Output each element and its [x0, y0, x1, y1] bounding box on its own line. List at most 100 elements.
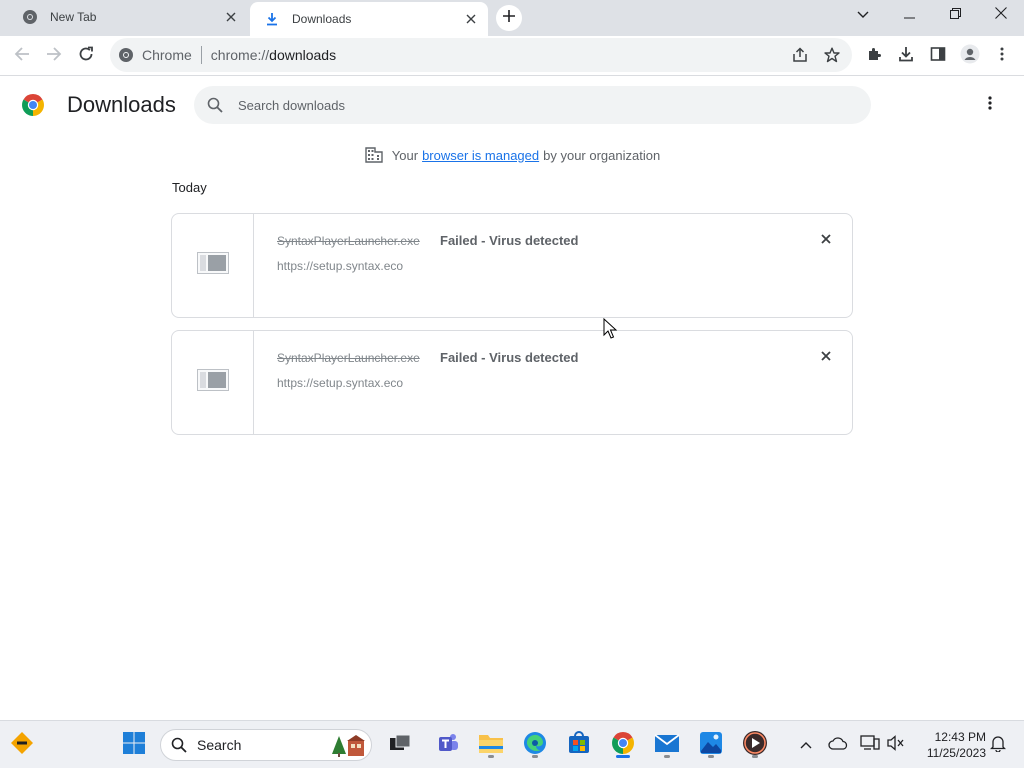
media-player-button[interactable] [739, 729, 771, 761]
volume-button[interactable] [880, 729, 912, 761]
menu-button[interactable] [986, 40, 1018, 72]
managed-link[interactable]: browser is managed [422, 148, 539, 163]
onedrive-button[interactable] [822, 729, 854, 761]
side-panel-icon [930, 46, 946, 67]
remove-download-button[interactable] [816, 347, 836, 367]
system-clock[interactable]: 12:43 PM 11/25/2023 [914, 729, 986, 761]
download-icon [898, 46, 914, 67]
managed-notice: Your browser is managed by your organiza… [0, 145, 1024, 165]
tab-new-tab[interactable]: New Tab [8, 0, 248, 34]
omnibox-actions [784, 38, 848, 72]
search-icon [206, 96, 224, 114]
widgets-button[interactable] [6, 729, 38, 761]
close-icon [995, 6, 1007, 24]
tab-title: Downloads [292, 12, 352, 26]
start-button[interactable] [118, 729, 150, 761]
volume-muted-icon [887, 734, 905, 756]
taskbar-search[interactable]: Search [160, 729, 372, 761]
minimize-icon [903, 6, 915, 24]
more-actions-button[interactable] [974, 89, 1006, 121]
browser-toolbar: Chrome chrome://downloads [0, 36, 1024, 76]
mail-button[interactable] [651, 729, 683, 761]
tab-strip: New Tab Downloads [0, 0, 1024, 36]
restore-button[interactable] [932, 0, 978, 30]
date-section-label: Today [172, 180, 207, 195]
download-icon [264, 11, 280, 27]
running-indicator [752, 755, 758, 758]
network-icon [860, 734, 880, 757]
puzzle-icon [866, 46, 882, 67]
close-icon [821, 348, 831, 366]
building-icon [364, 145, 384, 165]
source-url[interactable]: https://setup.syntax.eco [277, 376, 403, 390]
chevron-down-icon [857, 6, 869, 24]
taskbar: Search 12:43 PM 11/25/2023 [0, 720, 1024, 768]
mail-icon [654, 733, 680, 758]
profile-button[interactable] [954, 40, 986, 72]
clock-date: 11/25/2023 [926, 746, 986, 760]
downloads-button[interactable] [890, 40, 922, 72]
star-icon[interactable] [816, 39, 848, 71]
store-button[interactable] [563, 729, 595, 761]
arrow-right-icon [46, 46, 62, 67]
clock-time: 12:43 PM [934, 730, 986, 744]
new-tab-button[interactable] [496, 5, 522, 31]
address-bar[interactable]: Chrome chrome://downloads [110, 38, 852, 72]
running-indicator [708, 755, 714, 758]
search-downloads-field[interactable] [194, 86, 871, 124]
remove-download-button[interactable] [816, 230, 836, 250]
teams-button[interactable] [432, 729, 464, 761]
arrow-left-icon [14, 46, 30, 67]
extensions-button[interactable] [858, 40, 890, 72]
active-indicator [616, 755, 630, 758]
file-explorer-button[interactable] [475, 729, 507, 761]
site-chip: Chrome [142, 47, 192, 63]
task-view-icon [389, 733, 411, 758]
mouse-cursor-icon [603, 317, 618, 340]
close-window-button[interactable] [978, 0, 1024, 30]
file-icon [196, 252, 229, 279]
photos-button[interactable] [695, 729, 727, 761]
chrome-logo-icon [21, 93, 45, 117]
chrome-taskbar-button[interactable] [607, 729, 639, 761]
share-icon[interactable] [784, 39, 816, 71]
back-button[interactable] [6, 40, 38, 72]
store-icon [567, 730, 591, 760]
source-url[interactable]: https://setup.syntax.eco [277, 259, 403, 273]
download-status: Failed - Virus detected [440, 350, 579, 365]
more-vertical-icon [988, 95, 992, 115]
chrome-icon [22, 9, 38, 25]
running-indicator [488, 755, 494, 758]
tab-downloads[interactable]: Downloads [250, 2, 488, 36]
plus-icon [503, 9, 515, 27]
notifications-button[interactable] [982, 729, 1014, 761]
search-highlight-icon [331, 734, 367, 758]
file-icon-container [172, 331, 254, 434]
search-icon [169, 735, 189, 755]
more-vertical-icon [1000, 47, 1004, 66]
windows-icon [122, 731, 146, 760]
url-host: downloads [269, 47, 337, 63]
tab-search-button[interactable] [840, 0, 886, 30]
running-indicator [664, 755, 670, 758]
show-hidden-icons-button[interactable] [790, 729, 822, 761]
forward-button[interactable] [38, 40, 70, 72]
managed-suffix: by your organization [543, 147, 661, 163]
tab-title: New Tab [50, 10, 97, 24]
minimize-button[interactable] [886, 0, 932, 30]
file-name: SyntaxPlayerLauncher.exe [277, 234, 420, 248]
task-view-button[interactable] [384, 729, 416, 761]
restore-icon [949, 6, 961, 24]
avatar-icon [960, 44, 980, 69]
close-tab-icon[interactable] [462, 10, 480, 28]
chrome-icon [118, 47, 134, 63]
download-item: SyntaxPlayerLauncher.exe Failed - Virus … [171, 330, 853, 435]
teams-icon [436, 731, 460, 760]
search-input[interactable] [238, 97, 838, 113]
side-panel-button[interactable] [922, 40, 954, 72]
close-tab-icon[interactable] [222, 8, 240, 26]
edge-button[interactable] [519, 729, 551, 761]
download-status: Failed - Virus detected [440, 233, 579, 248]
reload-button[interactable] [70, 40, 102, 72]
chevron-up-icon [800, 736, 812, 754]
